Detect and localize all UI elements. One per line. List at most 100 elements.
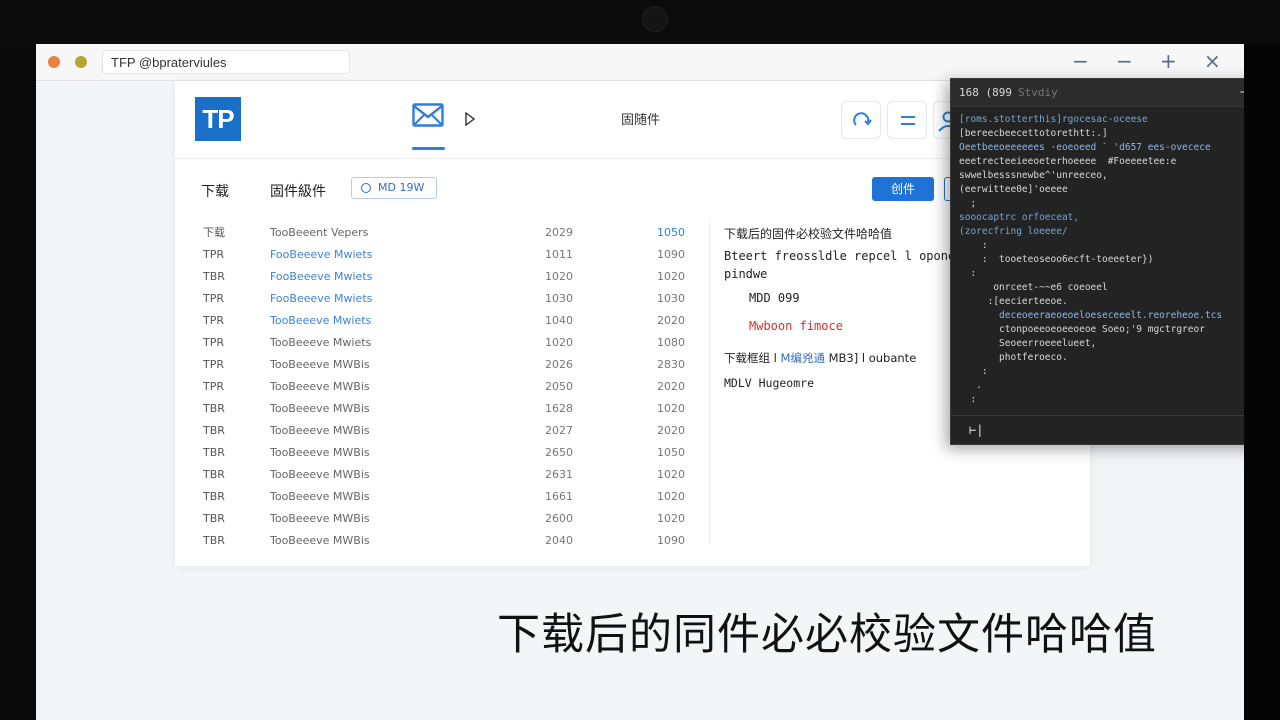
row-type: 下载: [203, 226, 225, 239]
row-version: 2600: [545, 512, 573, 525]
primary-action-button[interactable]: 创件: [872, 177, 934, 201]
row-size: 1090: [657, 534, 685, 547]
search-input[interactable]: MD 19W: [351, 177, 437, 199]
table-row[interactable]: TPR FooBeeeve Mwiets 1011 1090: [203, 248, 693, 270]
detail-mdd: MDD 099: [749, 291, 800, 305]
terminal-line: swwelbesssnewbe^'unreeceo,: [959, 170, 1108, 181]
terminal-line: onrceet-~~e6 coeoeel: [959, 282, 1108, 293]
search-input-value: MD 19W: [378, 181, 425, 194]
terminal-prompt[interactable]: ⊢|: [951, 415, 1244, 443]
row-version: 2026: [545, 358, 573, 371]
row-name: TooBeeeve MWBis: [270, 358, 370, 371]
table-row[interactable]: TPR TooBeeeve MWBis 2050 2020: [203, 380, 693, 402]
row-name: TooBeeeve MWBis: [270, 512, 370, 525]
row-version: 1040: [545, 314, 573, 327]
device-bezel-right: [1244, 44, 1280, 720]
table-row[interactable]: TBR TooBeeeve MWBis 1661 1020: [203, 490, 693, 512]
table-row[interactable]: TBR TooBeeeve MWBis 2631 1020: [203, 468, 693, 490]
menu-button[interactable]: [887, 101, 927, 139]
terminal-line: photferoeco.: [959, 352, 1068, 363]
row-type: TBR: [203, 534, 225, 547]
row-size: 1020: [657, 490, 685, 503]
panel-divider: [709, 219, 710, 544]
row-name: TooBeeeve MWBis: [270, 534, 370, 547]
table-row[interactable]: TPR TooBeeeve Mwiets 1020 1080: [203, 336, 693, 358]
detail-error-text: Mwboon fimoce: [749, 319, 843, 333]
terminal-line: :: [959, 394, 977, 405]
terminal-title-dim: Stvdiy: [1017, 86, 1058, 99]
terminal-line: Oeetbeeoeeeeees ·eoeoeed ` 'd657 ees-ove…: [959, 142, 1211, 153]
minimize-icon[interactable]: −: [1116, 50, 1133, 72]
row-type: TPR: [203, 248, 224, 261]
row-version: 1661: [545, 490, 573, 503]
terminal-line: [bereecbeecettotorethtt:.]: [959, 128, 1108, 139]
terminal-line: (eerwittee0e]'oeeee: [959, 184, 1068, 195]
row-type: TPR: [203, 380, 224, 393]
table-row[interactable]: 下载 TooBeeent Vepers 2029 1050: [203, 226, 693, 248]
row-size: 2830: [657, 358, 685, 371]
row-type: TPR: [203, 292, 224, 305]
row-name: TooBeeeve MWBis: [270, 424, 370, 437]
detail-mdlv: MDLV Hugeomre: [724, 376, 815, 390]
table-row[interactable]: TPR TooBeeeve MWBis 2026 2830: [203, 358, 693, 380]
terminal-minimize-icon[interactable]: −: [1239, 79, 1244, 107]
window-close-dot[interactable]: [48, 56, 60, 68]
active-tab-indicator: [412, 147, 445, 150]
row-type: TBR: [203, 270, 225, 283]
search-circle-icon: [361, 183, 371, 193]
row-name: FooBeeeve Mwiets: [270, 248, 373, 261]
row-size: 1020: [657, 512, 685, 525]
terminal-line: :: [959, 366, 988, 377]
device-bezel-top: [0, 0, 1280, 44]
row-size: 1020: [657, 270, 685, 283]
row-name: TooBeeeve MWBis: [270, 402, 370, 415]
tab-download[interactable]: 下载: [201, 181, 229, 201]
minimize-icon[interactable]: −: [1072, 50, 1089, 72]
terminal-line: :: [959, 268, 977, 279]
row-name: FooBeeeve Mwiets: [270, 292, 373, 305]
window-minimize-dot[interactable]: [75, 56, 87, 68]
row-version: 1030: [545, 292, 573, 305]
app-logo: TP: [195, 97, 241, 141]
table-row[interactable]: TBR FooBeeeve Mwiets 1020 1020: [203, 270, 693, 292]
terminal-line: eeetrecteeieeoeterhoeeee #Foeeeetee:e: [959, 156, 1177, 167]
table-row[interactable]: TBR TooBeeeve MWBis 1628 1020: [203, 402, 693, 424]
mail-icon[interactable]: [412, 103, 444, 127]
row-version: 1628: [545, 402, 573, 415]
row-name: TooBeeeve MWBis: [270, 468, 370, 481]
row-type: TBR: [203, 402, 225, 415]
row-size: 2020: [657, 424, 685, 437]
table-row[interactable]: TBR TooBeeeve MWBis 2600 1020: [203, 512, 693, 534]
terminal-line: : tooeteoseoo6ecft-toeeeter}): [959, 254, 1154, 265]
row-name: TooBeeeve MWBis: [270, 490, 370, 503]
nav-title[interactable]: 固随件: [621, 109, 660, 128]
browser-tab[interactable]: TFP @bpraterviules: [102, 50, 350, 74]
camera-icon: [642, 6, 668, 32]
refresh-icon: [853, 112, 872, 126]
window-titlebar: TFP @bpraterviules − − + ×: [36, 44, 1244, 81]
download-mid: MB3] l: [828, 351, 866, 365]
close-icon[interactable]: ×: [1204, 50, 1221, 72]
table-row[interactable]: TBR TooBeeeve MWBis 2650 1050: [203, 446, 693, 468]
maximize-icon[interactable]: +: [1160, 50, 1177, 72]
refresh-button[interactable]: [841, 101, 881, 139]
terminal-line: deceoeeraeoeoeloeseceeelt.reoreheoe.tcs: [959, 310, 1223, 321]
play-icon[interactable]: [464, 111, 476, 130]
tab-firmware[interactable]: 固件級件: [270, 181, 326, 201]
row-name: TooBeeeve Mwiets: [270, 314, 372, 327]
row-size: 1050: [657, 226, 685, 239]
row-type: TPR: [203, 336, 224, 349]
table-row[interactable]: TBR TooBeeeve MWBis 2027 2020: [203, 424, 693, 446]
table-row[interactable]: TPR FooBeeeve Mwiets 1030 1030: [203, 292, 693, 314]
row-size: 2020: [657, 314, 685, 327]
row-type: TBR: [203, 512, 225, 525]
table-row[interactable]: TBR TooBeeeve MWBis 2040 1090: [203, 534, 693, 556]
row-size: 1080: [657, 336, 685, 349]
terminal-line: .: [959, 380, 982, 391]
row-type: TBR: [203, 424, 225, 437]
row-version: 2050: [545, 380, 573, 393]
download-link[interactable]: M编兇通: [781, 351, 825, 365]
terminal-window[interactable]: 168 (899Stvdiy − × [roms.stotterthis]rgo…: [950, 78, 1244, 445]
table-row[interactable]: TPR TooBeeeve Mwiets 1040 2020: [203, 314, 693, 336]
row-size: 1020: [657, 402, 685, 415]
